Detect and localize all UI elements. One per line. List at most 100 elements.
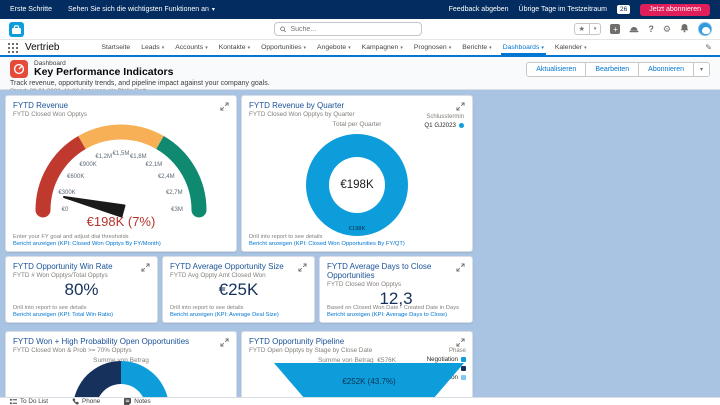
- utility-phone[interactable]: Phone: [72, 398, 100, 405]
- view-report-link[interactable]: Bericht anzeigen (KPI: Total Win Ratio): [13, 312, 113, 318]
- tab-label: Kalender: [554, 44, 583, 51]
- notifications-bell-icon[interactable]: [680, 23, 689, 35]
- donut-hole: €198K: [329, 157, 385, 213]
- tab-angebote[interactable]: Angebote ▾: [315, 40, 353, 55]
- nav-tabs: Startseite Leads ▾ Accounts ▾ Kontakte ▾ Op…: [99, 40, 588, 55]
- card-title: FYTD Revenue: [13, 101, 69, 110]
- quarter-donut-chart[interactable]: €198K €198K: [306, 134, 408, 236]
- favorites-dropdown-icon[interactable]: ▾: [590, 24, 601, 34]
- card-subtitle: FYTD Closed Won Opptys: [13, 111, 88, 118]
- app-launcher-icon[interactable]: [8, 42, 18, 53]
- won-high-prob-donut-chart[interactable]: [73, 361, 169, 397]
- tab-kalender[interactable]: Kalender ▾: [553, 40, 589, 55]
- app-logo-icon[interactable]: [8, 21, 25, 37]
- expand-icon[interactable]: [456, 338, 465, 347]
- utility-todo-list[interactable]: To Do List: [10, 398, 48, 405]
- search-input[interactable]: [290, 25, 416, 33]
- view-report-link[interactable]: Bericht anzeigen (KPI: Average Deal Size…: [170, 312, 279, 318]
- chevron-down-icon: ▾: [303, 44, 307, 51]
- card-fytd-revenue-by-quarter: FYTD Revenue by Quarter FYTD Closed Won …: [241, 95, 473, 252]
- trial-banner-right: Feedback abgeben Übrige Tage im Testzeit…: [449, 3, 710, 16]
- trial-days-label: Übrige Tage im Testzeitraum: [518, 6, 607, 13]
- tab-label: Accounts: [175, 44, 204, 51]
- more-actions-button[interactable]: ▾: [693, 62, 709, 76]
- help-icon[interactable]: ?: [648, 24, 654, 34]
- subscribe-dashboard-button[interactable]: Abonnieren: [639, 62, 694, 76]
- tab-accounts[interactable]: Accounts ▾: [173, 40, 209, 55]
- subscribe-now-button[interactable]: Jetzt abonnieren: [640, 3, 710, 16]
- axis-label-text: Summe von Betrag: [317, 357, 374, 364]
- view-report-link[interactable]: Bericht anzeigen (KPI: Closed Won Opptys…: [13, 241, 161, 247]
- expand-icon[interactable]: [456, 102, 465, 111]
- edit-button[interactable]: Bearbeiten: [586, 62, 640, 76]
- tab-opportunities[interactable]: Opportunities ▾: [259, 40, 308, 55]
- donut-slice-label: €198K: [348, 226, 366, 232]
- card-footer-note: Drill into report to see details: [170, 305, 244, 311]
- funnel-stage-value-label: €252K (43.7%): [342, 377, 396, 386]
- card-footer-note: Drill into report to see details: [13, 305, 87, 311]
- setup-gear-icon[interactable]: ⚙: [663, 24, 671, 34]
- tab-leads[interactable]: Leads ▾: [139, 40, 166, 55]
- axis-total-value: €576K: [377, 357, 397, 364]
- legend-item-label: Negotiation: [426, 356, 458, 363]
- app-navigation-bar: Vertrieb Startseite Leads ▾ Accounts ▾ Kon…: [0, 40, 720, 57]
- global-actions-icon[interactable]: +: [610, 24, 621, 34]
- gauge-tick-label: €2,4M: [157, 174, 175, 181]
- tab-label: Angebote: [317, 44, 347, 51]
- todo-list-icon: [10, 398, 17, 405]
- chevron-down-icon: ▾: [584, 44, 587, 51]
- expand-icon[interactable]: [220, 102, 229, 111]
- gauge-tick-label: €1,8M: [129, 153, 147, 160]
- legend-item[interactable]: Negotiation: [416, 356, 466, 363]
- card-subtitle: FYTD Closed Won & Prob >= 70% Opptys: [13, 347, 132, 354]
- guidance-center-icon[interactable]: [629, 24, 639, 35]
- gauge-tick-label: €300K: [58, 189, 76, 196]
- pipeline-funnel-stage[interactable]: €252K (43.7%): [274, 363, 464, 397]
- utility-item-label: Phone: [82, 398, 101, 405]
- utility-item-label: Notes: [134, 398, 151, 405]
- utility-notes[interactable]: Notes: [124, 398, 151, 405]
- kpi-metric-value[interactable]: 80%: [13, 280, 150, 300]
- tab-label: Dashboards: [502, 44, 540, 51]
- gauge-tick-label: €1,5M: [112, 151, 130, 157]
- expand-icon[interactable]: [220, 338, 229, 347]
- feedback-link[interactable]: Feedback abgeben: [449, 6, 509, 13]
- utility-bar: To Do List Phone Notes: [0, 397, 720, 405]
- gauge-tick-label: €3M: [171, 207, 183, 213]
- card-title: FYTD Won + High Probability Open Opportu…: [13, 337, 190, 346]
- legend-title: Schlusstermin: [426, 114, 464, 120]
- tab-kampagnen[interactable]: Kampagnen ▾: [360, 40, 405, 55]
- chevron-down-icon: ▾: [541, 44, 544, 51]
- expand-icon[interactable]: [141, 263, 150, 272]
- tab-berichte[interactable]: Berichte ▾: [460, 40, 493, 55]
- card-subtitle: FYTD Closed Won Opptys: [327, 281, 402, 288]
- tab-kontakte[interactable]: Kontakte ▾: [217, 40, 252, 55]
- legend-color-dot: [459, 123, 464, 128]
- current-app-name: Vertrieb: [25, 42, 60, 53]
- expand-icon[interactable]: [456, 263, 465, 272]
- trial-link-erste-schritte[interactable]: Erste Schritte: [10, 6, 52, 13]
- card-fytd-average-opportunity-size: FYTD Average Opportunity Size FYTD Avg O…: [162, 256, 315, 323]
- view-report-link[interactable]: Bericht anzeigen (KPI: Average Days to C…: [327, 312, 459, 318]
- revenue-gauge-chart[interactable]: €0 €300K €600K €900K €1,2M €1,5M €1,8M €…: [13, 118, 229, 230]
- tab-prognosen[interactable]: Prognosen ▾: [412, 40, 453, 55]
- tab-dashboards[interactable]: Dashboards ▾: [501, 40, 546, 55]
- favorites-control: ★ ▾: [573, 23, 602, 35]
- kpi-metric-value[interactable]: €25K: [170, 280, 307, 300]
- expand-icon[interactable]: [298, 263, 307, 272]
- global-search[interactable]: [274, 22, 422, 36]
- card-title: FYTD Average Days to Close Opportunities: [327, 262, 432, 280]
- legend-title: Phase: [448, 348, 466, 354]
- gauge-tick-label: €0: [61, 207, 69, 213]
- legend-item[interactable]: Q1 GJ2023: [424, 122, 464, 129]
- trial-link-funktionen[interactable]: Sehen Sie sich die wichtigsten Funktione…: [68, 6, 215, 13]
- refresh-button[interactable]: Aktualisieren: [527, 62, 587, 76]
- tab-startseite[interactable]: Startseite: [99, 40, 132, 55]
- favorites-star-icon[interactable]: ★: [575, 24, 590, 34]
- user-avatar[interactable]: [698, 22, 712, 36]
- trial-banner: Erste Schritte Sehen Sie sich die wichti…: [0, 0, 720, 19]
- card-fytd-revenue: FYTD Revenue FYTD Closed Won Opptys €0 €…: [5, 95, 237, 252]
- tab-label: Berichte: [462, 44, 488, 51]
- edit-navigation-pencil-icon[interactable]: ✎: [705, 43, 712, 52]
- view-report-link[interactable]: Bericht anzeigen (KPI: Closed Won Opport…: [249, 241, 405, 247]
